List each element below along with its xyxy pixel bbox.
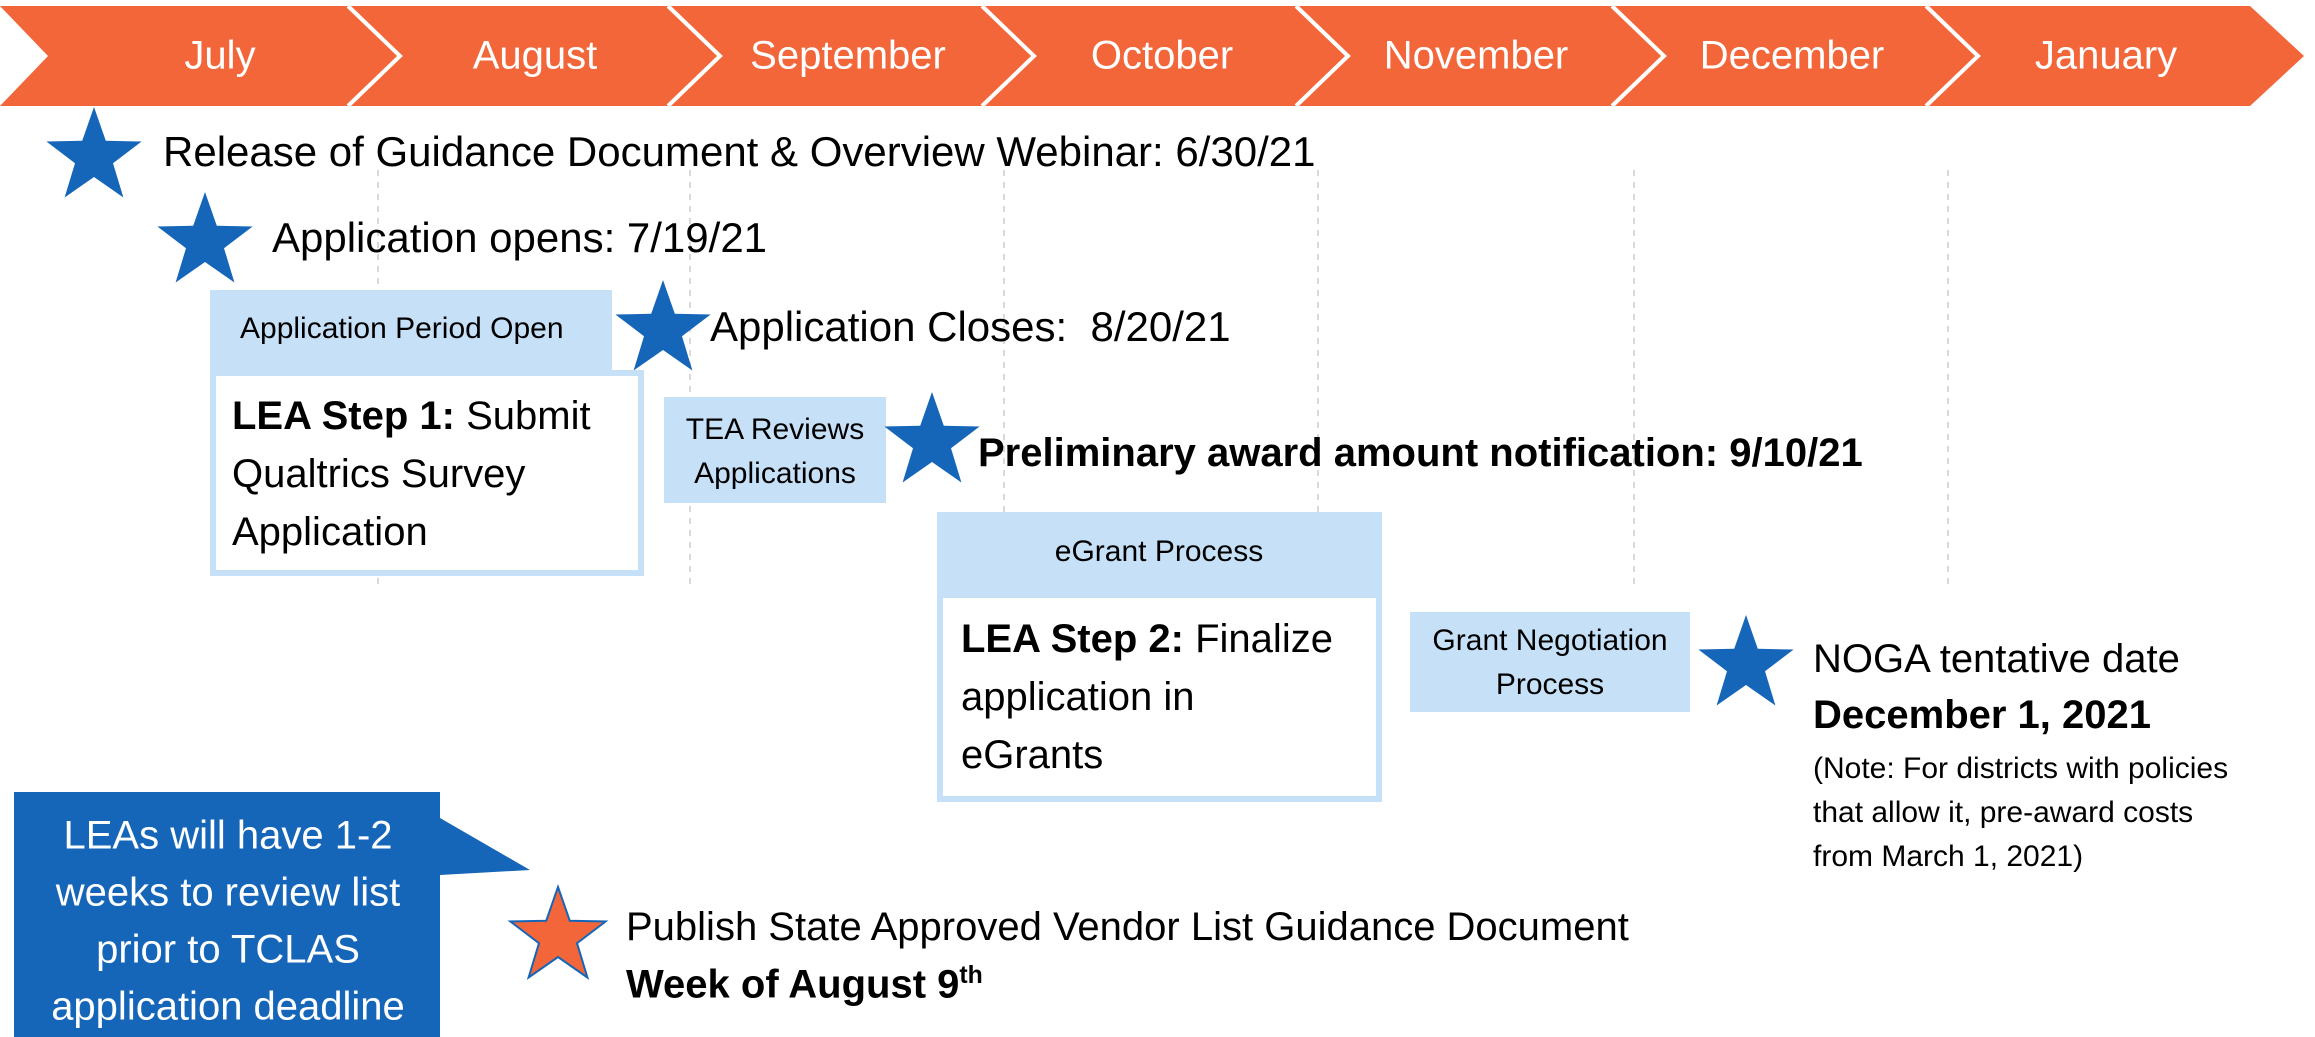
- callout-line3: prior to TCLAS: [96, 927, 360, 972]
- vendor-line1: Publish State Approved Vendor List Guida…: [626, 905, 1629, 949]
- star-icon: [507, 883, 609, 980]
- vendor-superscript: th: [959, 962, 983, 989]
- vendor-week: Week of August 9: [626, 962, 960, 1007]
- callout-line1: LEAs will have 1-2: [63, 813, 393, 858]
- vendor-line2: Week of August 9th: [626, 962, 983, 1007]
- callout-line4: application deadline: [51, 984, 405, 1029]
- callout-line2: weeks to review list: [55, 870, 401, 915]
